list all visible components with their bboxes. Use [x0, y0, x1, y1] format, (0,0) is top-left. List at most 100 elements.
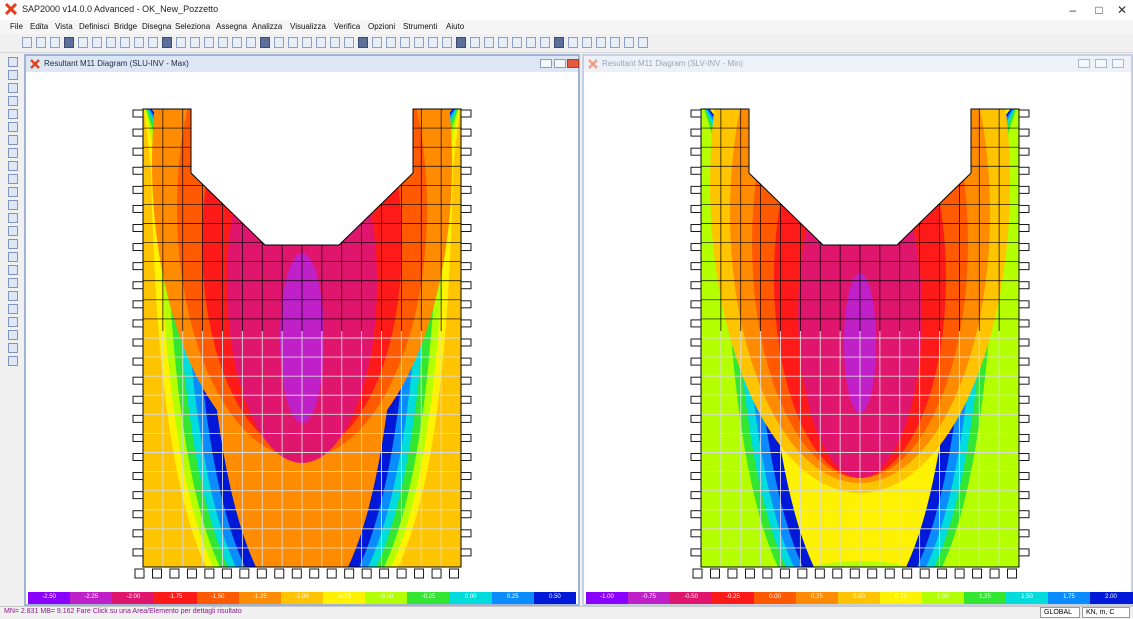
menu-draw[interactable]: Disegna	[142, 22, 171, 31]
toolbar-button[interactable]	[288, 37, 298, 48]
toolbar-button[interactable]	[344, 37, 354, 48]
toolbar-button[interactable]	[36, 37, 46, 48]
diagram-window-right[interactable]: Resultant M11 Diagram (SLV-INV - Min)	[582, 54, 1133, 606]
toolbar-button[interactable]	[484, 37, 494, 48]
toolbar-button[interactable]	[582, 37, 592, 48]
coord-system-dropdown[interactable]: GLOBAL	[1040, 607, 1080, 618]
maximize-button[interactable]: □	[1088, 2, 1110, 18]
draw-tool-button[interactable]	[8, 83, 18, 93]
draw-tool-button[interactable]	[8, 161, 18, 171]
toolbar-button[interactable]	[610, 37, 620, 48]
draw-tool-button[interactable]	[8, 57, 18, 67]
toolbar-button[interactable]	[148, 37, 158, 48]
draw-tool-button[interactable]	[8, 239, 18, 249]
draw-tool-button[interactable]	[8, 265, 18, 275]
toolbar-button[interactable]	[414, 37, 424, 48]
toolbar-button[interactable]	[638, 37, 648, 48]
window-minimize-button[interactable]	[540, 59, 552, 68]
toolbar-button[interactable]	[400, 37, 410, 48]
toolbar-button[interactable]	[470, 37, 480, 48]
draw-tool-button[interactable]	[8, 304, 18, 314]
toolbar-button[interactable]	[624, 37, 634, 48]
draw-tool-button[interactable]	[8, 122, 18, 132]
minimize-button[interactable]: –	[1062, 2, 1084, 18]
toolbar-button[interactable]	[190, 37, 200, 48]
menu-file[interactable]: File	[10, 22, 23, 31]
toolbar-button[interactable]	[358, 37, 368, 48]
menu-bridge[interactable]: Bridge	[114, 22, 137, 31]
menu-select[interactable]: Seleziona	[175, 22, 210, 31]
toolbar-button[interactable]	[260, 37, 270, 48]
toolbar-button[interactable]	[330, 37, 340, 48]
m11-contour-plot[interactable]	[26, 73, 578, 591]
toolbar-button[interactable]	[540, 37, 550, 48]
draw-tool-button[interactable]	[8, 278, 18, 288]
toolbar-button[interactable]	[162, 37, 172, 48]
window-title-bar[interactable]: Resultant M11 Diagram (SLV-INV - Min)	[584, 56, 1131, 72]
toolbar-button[interactable]	[246, 37, 256, 48]
toolbar-button[interactable]	[204, 37, 214, 48]
toolbar-button[interactable]	[316, 37, 326, 48]
toolbar-button[interactable]	[568, 37, 578, 48]
toolbar-button[interactable]	[386, 37, 396, 48]
toolbar-button[interactable]	[120, 37, 130, 48]
toolbar-button[interactable]	[92, 37, 102, 48]
toolbar-button[interactable]	[498, 37, 508, 48]
toolbar-button[interactable]	[218, 37, 228, 48]
toolbar-button[interactable]	[78, 37, 88, 48]
menu-options[interactable]: Opzioni	[368, 22, 395, 31]
draw-tool-button[interactable]	[8, 135, 18, 145]
window-restore-button[interactable]	[1095, 59, 1107, 68]
menu-define[interactable]: Definisci	[79, 22, 109, 31]
draw-tool-button[interactable]	[8, 187, 18, 197]
toolbar-button[interactable]	[134, 37, 144, 48]
window-minimize-button[interactable]	[1078, 59, 1090, 68]
menu-view[interactable]: Vista	[55, 22, 73, 31]
toolbar-button[interactable]	[442, 37, 452, 48]
draw-tool-button[interactable]	[8, 226, 18, 236]
window-close-button[interactable]	[567, 59, 579, 68]
menu-display[interactable]: Visualizza	[290, 22, 326, 31]
m11-contour-plot[interactable]	[584, 73, 1131, 591]
toolbar-button[interactable]	[50, 37, 60, 48]
draw-tool-button[interactable]	[8, 213, 18, 223]
toolbar-button[interactable]	[372, 37, 382, 48]
window-restore-button[interactable]	[554, 59, 566, 68]
draw-tool-button[interactable]	[8, 343, 18, 353]
draw-tool-button[interactable]	[8, 200, 18, 210]
toolbar-button[interactable]	[428, 37, 438, 48]
draw-tool-button[interactable]	[8, 174, 18, 184]
toolbar-button[interactable]	[232, 37, 242, 48]
toolbar-button[interactable]	[596, 37, 606, 48]
draw-tool-button[interactable]	[8, 356, 18, 366]
window-close-button[interactable]	[1112, 59, 1124, 68]
draw-tool-button[interactable]	[8, 148, 18, 158]
toolbar-button[interactable]	[526, 37, 536, 48]
menu-edit[interactable]: Edita	[30, 22, 48, 31]
units-dropdown[interactable]: KN, m, C	[1082, 607, 1130, 618]
draw-tool-button[interactable]	[8, 317, 18, 327]
toolbar-button[interactable]	[274, 37, 284, 48]
toolbar-button[interactable]	[176, 37, 186, 48]
menu-design[interactable]: Verifica	[334, 22, 360, 31]
draw-tool-button[interactable]	[8, 252, 18, 262]
toolbar-button[interactable]	[64, 37, 74, 48]
toolbar-button[interactable]	[22, 37, 32, 48]
toolbar-button[interactable]	[512, 37, 522, 48]
toolbar-button[interactable]	[554, 37, 564, 48]
toolbar-button[interactable]	[106, 37, 116, 48]
close-button[interactable]: ✕	[1111, 2, 1133, 18]
draw-tool-button[interactable]	[8, 96, 18, 106]
draw-tool-button[interactable]	[8, 291, 18, 301]
draw-tool-button[interactable]	[8, 109, 18, 119]
toolbar-button[interactable]	[456, 37, 466, 48]
draw-tool-button[interactable]	[8, 330, 18, 340]
window-title-bar[interactable]: Resultant M11 Diagram (SLU-INV - Max)	[26, 56, 579, 72]
menu-analyze[interactable]: Analizza	[252, 22, 282, 31]
diagram-window-left[interactable]: Resultant M11 Diagram (SLU-INV - Max)	[24, 54, 580, 606]
menu-help[interactable]: Aiuto	[446, 22, 464, 31]
menu-assign[interactable]: Assegna	[216, 22, 247, 31]
toolbar-button[interactable]	[302, 37, 312, 48]
draw-tool-button[interactable]	[8, 70, 18, 80]
menu-tools[interactable]: Strumenti	[403, 22, 437, 31]
